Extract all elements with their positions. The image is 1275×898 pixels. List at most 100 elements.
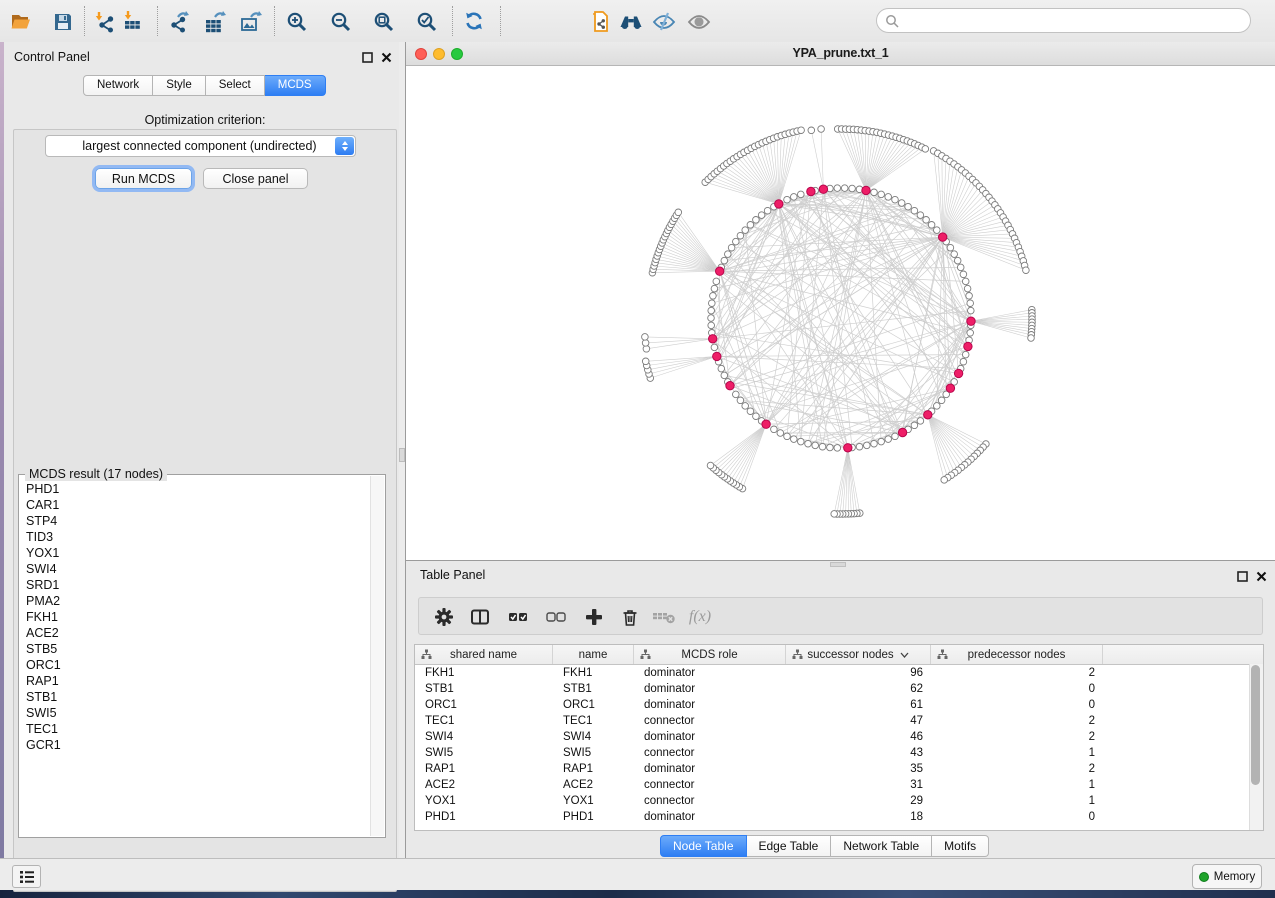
tab-network-table[interactable]: Network Table <box>831 835 932 857</box>
mcds-result-item[interactable]: TEC1 <box>26 721 370 737</box>
table-cell[interactable]: 47 <box>786 715 931 727</box>
column-header-successor-nodes[interactable]: successor nodes <box>786 645 931 664</box>
table-row[interactable]: FKH1FKH1dominator962 <box>415 665 1263 681</box>
table-cell[interactable]: 2 <box>931 731 1103 743</box>
mcds-result-item[interactable]: PHD1 <box>26 481 370 497</box>
export-network-icon[interactable] <box>166 9 192 35</box>
table-cell[interactable]: 61 <box>786 699 931 711</box>
memory-button[interactable]: Memory <box>1192 864 1262 889</box>
table-cell[interactable]: ACE2 <box>415 779 553 791</box>
add-column-icon[interactable] <box>581 605 607 629</box>
table-cell[interactable]: TEC1 <box>415 715 553 727</box>
table-cell[interactable]: SWI5 <box>415 747 553 759</box>
table-cell[interactable]: FKH1 <box>415 667 553 679</box>
tab-mcds[interactable]: MCDS <box>265 75 326 96</box>
table-cell[interactable]: 29 <box>786 795 931 807</box>
import-network-icon[interactable] <box>92 9 118 35</box>
table-cell[interactable]: connector <box>634 715 786 727</box>
table-cell[interactable]: YOX1 <box>553 795 634 807</box>
table-row[interactable]: SWI4SWI4dominator462 <box>415 729 1263 745</box>
table-cell[interactable]: ORC1 <box>553 699 634 711</box>
close-panel-button[interactable]: Close panel <box>203 168 308 189</box>
tab-network[interactable]: Network <box>83 75 153 96</box>
mcds-result-item[interactable]: RAP1 <box>26 673 370 689</box>
network-canvas[interactable] <box>406 66 1275 560</box>
table-cell[interactable]: 1 <box>931 747 1103 759</box>
table-cell[interactable]: dominator <box>634 667 786 679</box>
table-cell[interactable]: 46 <box>786 731 931 743</box>
float-panel-icon[interactable] <box>360 50 374 64</box>
table-cell[interactable]: ORC1 <box>415 699 553 711</box>
delete-column-icon[interactable] <box>617 605 643 629</box>
column-browser-icon[interactable] <box>467 605 493 629</box>
table-cell[interactable]: connector <box>634 795 786 807</box>
clear-selection-icon[interactable] <box>543 605 569 629</box>
export-table-icon[interactable] <box>202 9 228 35</box>
table-row[interactable]: YOX1YOX1connector291 <box>415 793 1263 809</box>
table-cell[interactable]: dominator <box>634 683 786 695</box>
import-table-icon[interactable] <box>120 9 146 35</box>
hide-selected-icon[interactable] <box>651 9 677 35</box>
select-all-rows-icon[interactable] <box>505 605 531 629</box>
table-cell[interactable]: ACE2 <box>553 779 634 791</box>
table-cell[interactable]: 1 <box>931 795 1103 807</box>
column-header-shared-name[interactable]: shared name <box>415 645 553 664</box>
table-cell[interactable]: 2 <box>931 715 1103 727</box>
run-mcds-button[interactable]: Run MCDS <box>95 168 192 189</box>
mcds-result-item[interactable]: STB5 <box>26 641 370 657</box>
zoom-in-icon[interactable] <box>284 9 310 35</box>
vertical-splitter[interactable] <box>399 42 406 858</box>
tab-motifs[interactable]: Motifs <box>932 835 989 857</box>
mcds-result-item[interactable]: SWI5 <box>26 705 370 721</box>
table-cell[interactable]: TEC1 <box>553 715 634 727</box>
table-cell[interactable]: dominator <box>634 763 786 775</box>
mcds-result-item[interactable]: YOX1 <box>26 545 370 561</box>
mcds-result-item[interactable]: ORC1 <box>26 657 370 673</box>
table-cell[interactable]: SWI5 <box>553 747 634 759</box>
table-cell[interactable]: dominator <box>634 699 786 711</box>
mcds-result-item[interactable]: STP4 <box>26 513 370 529</box>
mcds-result-item[interactable]: TID3 <box>26 529 370 545</box>
table-cell[interactable]: 43 <box>786 747 931 759</box>
tab-select[interactable]: Select <box>206 75 265 96</box>
show-eye-icon[interactable] <box>686 9 712 35</box>
table-cell[interactable]: STB1 <box>553 683 634 695</box>
table-scrollbar[interactable] <box>1249 664 1263 830</box>
search-binoculars-icon[interactable] <box>618 9 644 35</box>
table-cell[interactable]: FKH1 <box>553 667 634 679</box>
zoom-out-icon[interactable] <box>328 9 354 35</box>
table-row[interactable]: RAP1RAP1dominator352 <box>415 761 1263 777</box>
table-cell[interactable]: PHD1 <box>415 811 553 823</box>
search-input[interactable] <box>905 13 1250 29</box>
column-header-MCDS-role[interactable]: MCDS role <box>634 645 786 664</box>
table-cell[interactable]: RAP1 <box>415 763 553 775</box>
table-cell[interactable]: 31 <box>786 779 931 791</box>
table-cell[interactable]: connector <box>634 779 786 791</box>
table-cell[interactable]: 2 <box>931 763 1103 775</box>
mcds-result-item[interactable]: ACE2 <box>26 625 370 641</box>
table-cell[interactable]: 35 <box>786 763 931 775</box>
close-panel-icon[interactable] <box>379 50 393 64</box>
table-row[interactable]: ACE2ACE2connector311 <box>415 777 1263 793</box>
table-cell[interactable]: RAP1 <box>553 763 634 775</box>
table-cell[interactable]: 96 <box>786 667 931 679</box>
network-window-titlebar[interactable]: YPA_prune.txt_1 <box>406 42 1275 66</box>
mcds-result-item[interactable]: STB1 <box>26 689 370 705</box>
criterion-dropdown[interactable]: largest connected component (undirected) <box>45 135 356 157</box>
table-cell[interactable]: 0 <box>931 683 1103 695</box>
table-row[interactable]: TEC1TEC1connector472 <box>415 713 1263 729</box>
table-row[interactable]: PHD1PHD1dominator180 <box>415 809 1263 825</box>
close-table-panel-icon[interactable] <box>1254 569 1268 583</box>
table-cell[interactable]: dominator <box>634 811 786 823</box>
open-folder-icon[interactable] <box>8 9 34 35</box>
tab-edge-table[interactable]: Edge Table <box>747 835 832 857</box>
column-header-name[interactable]: name <box>553 645 634 664</box>
mcds-result-item[interactable]: GCR1 <box>26 737 370 753</box>
mcds-result-item[interactable]: SWI4 <box>26 561 370 577</box>
mcds-result-list[interactable]: PHD1CAR1STP4TID3YOX1SWI4SRD1PMA2FKH1ACE2… <box>20 477 370 836</box>
mcds-result-item[interactable]: PMA2 <box>26 593 370 609</box>
table-cell[interactable]: 2 <box>931 667 1103 679</box>
share-document-icon[interactable] <box>588 9 614 35</box>
tab-style[interactable]: Style <box>153 75 206 96</box>
zoom-fit-icon[interactable] <box>371 9 397 35</box>
